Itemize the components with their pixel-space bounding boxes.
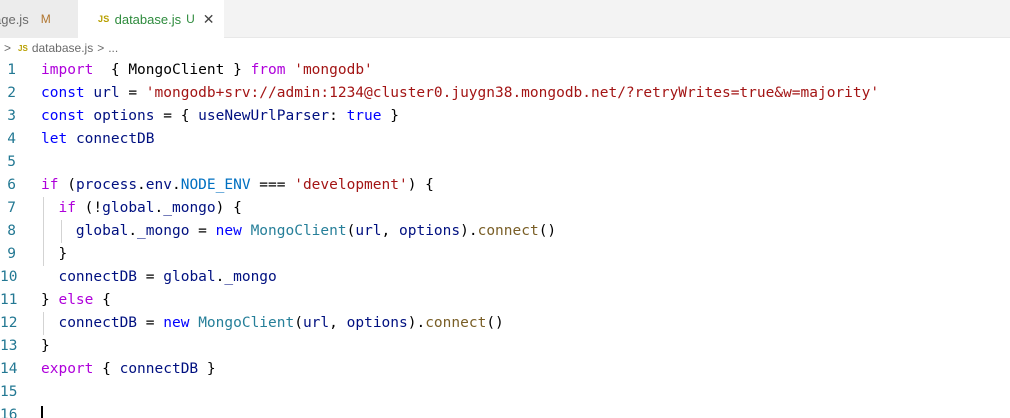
line-number: 9 xyxy=(7,246,16,262)
line-number: 4 xyxy=(7,131,16,147)
code-line[interactable]: 15 xyxy=(0,381,1010,404)
tab-database-js-label: database.js xyxy=(114,11,182,27)
close-icon[interactable]: ✕ xyxy=(203,11,215,28)
code-text: import { MongoClient } from 'mongodb' xyxy=(41,62,373,78)
line-number: 8 xyxy=(7,223,16,239)
breadcrumb-more[interactable]: ... xyxy=(108,41,118,55)
code-line[interactable]: 13} xyxy=(0,335,1010,358)
code-text: } xyxy=(41,246,68,262)
code-line[interactable]: 9 } xyxy=(0,243,1010,266)
code-line[interactable]: 7 if (!global._mongo) { xyxy=(0,197,1010,220)
line-number: 11 xyxy=(0,292,18,308)
code-line[interactable]: 4 let connectDB xyxy=(0,128,1010,151)
code-text: } else { xyxy=(41,292,111,308)
code-line[interactable]: 11 } else { xyxy=(0,289,1010,312)
code-line[interactable]: 1 import { MongoClient } from 'mongodb' xyxy=(0,59,1010,82)
line-number: 14 xyxy=(0,361,18,377)
chevron-right-icon: > xyxy=(97,41,105,55)
tab-database-js-status: U xyxy=(186,12,195,26)
code-line[interactable]: 10 connectDB = global._mongo xyxy=(0,266,1010,289)
line-number: 5 xyxy=(7,154,16,170)
line-number: 7 xyxy=(7,200,16,216)
line-number: 1 xyxy=(7,62,16,78)
line-number: 15 xyxy=(0,384,18,400)
tab-page-js-label: age.js xyxy=(0,11,29,27)
code-line[interactable]: 5 xyxy=(0,151,1010,174)
code-line[interactable]: 16 xyxy=(0,404,1010,418)
code-text: const url = 'mongodb+srv://admin:1234@cl… xyxy=(41,85,880,101)
line-number: 13 xyxy=(0,338,18,354)
code-line[interactable]: 6 if (process.env.NODE_ENV === 'developme… xyxy=(0,174,1010,197)
code-line[interactable]: 12 connectDB = new MongoClient(url, opti… xyxy=(0,312,1010,335)
line-number: 2 xyxy=(7,85,16,101)
tab-database-js[interactable]: JS database.js U ✕ xyxy=(78,0,224,38)
code-text: connectDB = new MongoClient(url, options… xyxy=(58,315,504,331)
javascript-file-icon: JS xyxy=(18,43,28,53)
line-number: 6 xyxy=(7,177,16,193)
javascript-file-icon: JS xyxy=(98,14,110,24)
line-number: 10 xyxy=(0,269,18,285)
code-line[interactable]: 3 const options = { useNewUrlParser: true… xyxy=(0,105,1010,128)
code-line[interactable]: 2 const url = 'mongodb+srv://admin:1234@c… xyxy=(0,82,1010,105)
tab-page-js-status: M xyxy=(40,12,51,26)
tab-page-js[interactable]: age.js M xyxy=(0,0,78,38)
code-text: global._mongo = new MongoClient(url, opt… xyxy=(75,223,557,239)
line-number: 12 xyxy=(0,315,18,331)
code-text: } xyxy=(41,338,50,354)
chevron-right-icon: > xyxy=(4,41,12,55)
breadcrumb-file[interactable]: database.js xyxy=(32,41,93,55)
code-text: if (!global._mongo) { xyxy=(58,200,242,216)
text-cursor xyxy=(41,406,43,418)
line-number: 16 xyxy=(0,407,18,418)
breadcrumb: > JS database.js > ... xyxy=(0,38,1010,58)
editor-tab-bar: age.js M JS database.js U ✕ xyxy=(0,0,1010,38)
code-text: let connectDB xyxy=(41,131,155,147)
code-text: connectDB = global._mongo xyxy=(58,269,277,285)
line-number: 3 xyxy=(7,108,16,124)
code-text: export { connectDB } xyxy=(41,361,216,377)
code-line[interactable]: 8 global._mongo = new MongoClient(url, o… xyxy=(0,220,1010,243)
code-line[interactable]: 14 export { connectDB } xyxy=(0,358,1010,381)
code-text: if (process.env.NODE_ENV === 'developmen… xyxy=(41,177,434,193)
code-text: const options = { useNewUrlParser: true … xyxy=(41,108,399,124)
code-editor[interactable]: 1 import { MongoClient } from 'mongodb' 2 c… xyxy=(0,59,1010,418)
